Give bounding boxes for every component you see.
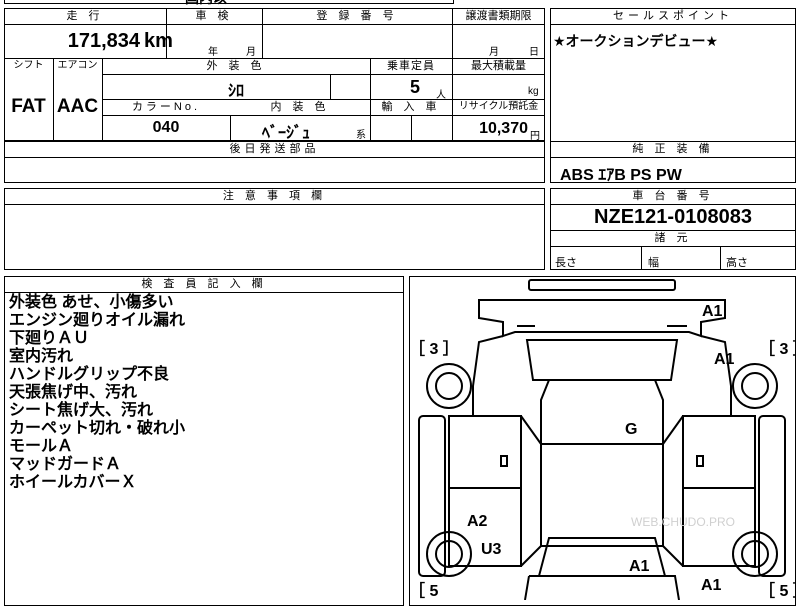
inspection-year-unit: 年 [208, 47, 218, 58]
transfer-month-unit: 月 [489, 47, 499, 58]
later-parts-header: 後日発送部品 [229, 143, 320, 155]
inspector-note: マッドガードＡ [9, 456, 122, 473]
color-no-value: 040 [152, 119, 180, 136]
transfer-day-unit: 日 [529, 47, 539, 58]
interior-color-suffix: 系 [356, 130, 366, 141]
mark-right-bracket-front: ［ 3 ］ [759, 339, 796, 358]
mileage-unit: km [144, 30, 173, 52]
interior-color-header: 内 装 色 [270, 101, 330, 113]
mark-left-bracket-rear: ［ 5 [409, 581, 438, 600]
capacity-value: 5 [410, 77, 421, 97]
width-label: 幅 [648, 257, 659, 269]
sales-point-text: ★オークションデビュー★ [553, 33, 719, 49]
import-header: 輸 入 車 [381, 101, 441, 113]
sales-point-box [550, 8, 796, 142]
mileage-header: 走 行 [66, 10, 104, 22]
mark-left-rear-door: A2 [467, 513, 488, 530]
standard-equipment-header: 純 正 装 備 [632, 143, 714, 155]
aircon-value: AAC [56, 96, 99, 117]
inspector-note: 天張焦げ中、汚れ [9, 384, 138, 401]
inspector-note: 室内汚れ [9, 348, 74, 365]
recycle-unit: 円 [530, 131, 540, 142]
shift-value: FAT [11, 96, 46, 117]
length-label: 長さ [555, 257, 577, 269]
mark-front-right-fender: A1 [714, 351, 735, 368]
max-load-unit: kg [528, 86, 539, 97]
inspector-header: 検 査 員 記 入 欄 [141, 278, 267, 290]
chassis-header: 車 台 番 号 [632, 190, 714, 202]
recycle-header: リサイクル預託金 [458, 101, 539, 112]
exterior-color-value: ｼﾛ [227, 83, 244, 100]
diagram-watermark: WEB.CHUDO.PRO [631, 515, 735, 529]
inspector-note: カーペット切れ・破れ小 [9, 420, 186, 437]
mark-front-bumper: A1 [702, 303, 723, 320]
inspector-note: ホイールカバーＸ [9, 474, 137, 491]
exterior-color-header: 外 装 色 [206, 60, 266, 72]
inspector-note: ハンドルグリップ不良 [9, 366, 170, 383]
top-fragment [4, 0, 454, 4]
mark-left-bracket-front: ［ 3 ］ [409, 339, 459, 358]
car-diagram: WEB.CHUDO.PRO A1 A1 ［ 3 ］ ［ 3 ］ G A2 U3 … [409, 279, 796, 600]
recycle-value: 10,370 [479, 120, 528, 137]
inspector-note: 下廻りＡＵ [9, 330, 90, 347]
interior-color-value: ﾍﾞｰｼﾞｭ [262, 125, 311, 142]
mark-rear-right: A1 [701, 577, 722, 594]
dims-header: 諸 元 [654, 232, 692, 244]
inspector-notes: 外装色 あせ、小傷多い エンジン廻りオイル漏れ 下廻りＡＵ 室内汚れ ハンドルグ… [9, 294, 185, 492]
aircon-header: エアコン [57, 60, 98, 71]
registration-header: 登 録 番 号 [316, 10, 398, 22]
mark-rear-center: A1 [629, 558, 650, 575]
sales-point-header: セールスポイント [613, 10, 733, 22]
inspector-note: シート焦げ大、汚れ [9, 402, 154, 419]
inspection-header: 車 検 [195, 10, 233, 22]
max-load-header: 最大積載量 [471, 60, 526, 72]
capacity-unit: 人 [436, 90, 446, 101]
height-label: 高さ [726, 257, 748, 269]
shift-header: シフト [13, 60, 44, 71]
standard-equipment-value: ABS ｴｱB PS PW [560, 167, 682, 184]
chassis-value: NZE121-0108083 [594, 206, 752, 228]
mark-roof: G [625, 421, 637, 438]
inspector-note: 外装色 あせ、小傷多い [9, 294, 174, 311]
inspector-note: エンジン廻りオイル漏れ [9, 312, 186, 329]
transfer-deadline-header: 譲渡書類期限 [465, 10, 532, 22]
mark-right-bracket-rear: ［ 5 ］ [759, 581, 796, 600]
mileage-value: 171,834 [67, 30, 140, 52]
top-fragment-text: 国内以 [185, 0, 227, 8]
capacity-header: 乗車定員 [387, 60, 435, 72]
inspection-month-unit: 月 [246, 47, 256, 58]
notes-header: 注 意 事 項 欄 [222, 190, 327, 202]
mark-left-rear-wheel: U3 [481, 541, 502, 558]
color-no-header: カラーNo. [131, 101, 201, 113]
inspector-note: モールＡ [9, 438, 74, 455]
